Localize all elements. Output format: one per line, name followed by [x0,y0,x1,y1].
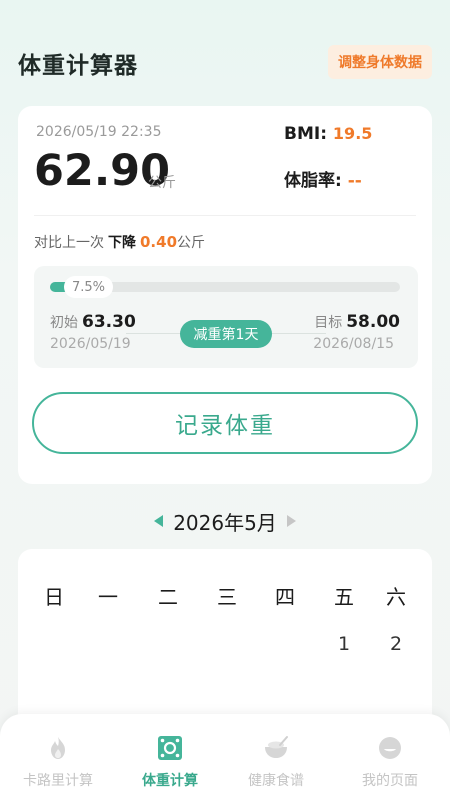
weight-unit: 公斤 [148,175,176,191]
tab-recipes[interactable]: 健康食谱 [220,734,332,794]
weekday-fri: 五 [334,585,354,609]
calendar-day[interactable]: 1 [324,633,364,655]
divider [34,215,416,216]
body-fat-value: -- [347,171,362,191]
record-weight-button[interactable]: 记录体重 [32,392,418,454]
bottom-tab-bar: 卡路里计算 体重计算 健康食谱 我的页面 [0,714,450,800]
goal-weight: 58.00 [346,312,400,332]
goal-weight-row: 目标 58.00 [314,312,400,332]
body-fat-label: 体脂率: [284,171,342,191]
body-fat-row: 体脂率: -- [284,166,362,191]
compare-amount: 0.40 [140,233,178,251]
tab-label: 体重计算 [142,773,198,789]
tab-profile[interactable]: 我的页面 [334,734,446,794]
header: 体重计算器 调整身体数据 [0,0,450,100]
tab-calorie[interactable]: 卡路里计算 [2,734,114,794]
weight-loss-day-badge: 减重第1天 [180,320,272,348]
tab-label: 健康食谱 [248,773,304,789]
page-title: 体重计算器 [18,53,138,79]
compare-last-row: 对比上一次 下降 0.40公斤 [34,232,205,252]
weekday-thu: 四 [275,585,295,609]
prev-month-icon[interactable] [154,515,164,527]
start-weight: 63.30 [82,312,136,332]
adjust-body-data-button[interactable]: 调整身体数据 [328,45,432,79]
bmi-label: BMI: [284,124,327,144]
tab-label: 卡路里计算 [23,773,93,789]
start-date: 2026/05/19 [50,336,131,352]
tab-label: 我的页面 [362,773,418,789]
weight-summary-card: 2026/05/19 22:35 62.90 公斤 BMI: 19.5 体脂率:… [18,106,432,484]
month-navigator: 2026年5月 [0,506,450,536]
compare-direction: 下降 [108,235,136,251]
weight-progress-panel: 7.5% 初始 63.30 2026/05/19 减重第1天 目标 58.00 20… [34,266,418,368]
weekday-tue: 二 [158,585,178,609]
weekday-wed: 三 [217,585,237,609]
start-weight-row: 初始 63.30 [50,312,136,332]
calendar-day[interactable]: 2 [376,633,416,655]
start-label: 初始 [50,315,78,331]
tab-weight[interactable]: 体重计算 [114,734,226,794]
profile-icon [379,737,401,759]
goal-label: 目标 [314,315,343,331]
month-label: 2026年5月 [173,510,277,535]
bowl-icon [265,736,288,758]
goal-date: 2026/08/15 [313,336,394,352]
bmi-row: BMI: 19.5 [284,124,372,144]
next-month-icon[interactable] [286,515,296,527]
scale-icon [158,736,182,760]
compare-unit: 公斤 [177,235,206,251]
compare-label: 对比上一次 [34,235,104,251]
bmi-value: 19.5 [332,124,373,143]
weekday-mon: 一 [98,585,118,609]
record-datetime: 2026/05/19 22:35 [36,124,162,140]
progress-percent: 7.5% [64,276,114,298]
weekday-sat: 六 [386,585,406,609]
flame-icon [51,737,65,759]
weekday-sun: 日 [44,585,64,609]
